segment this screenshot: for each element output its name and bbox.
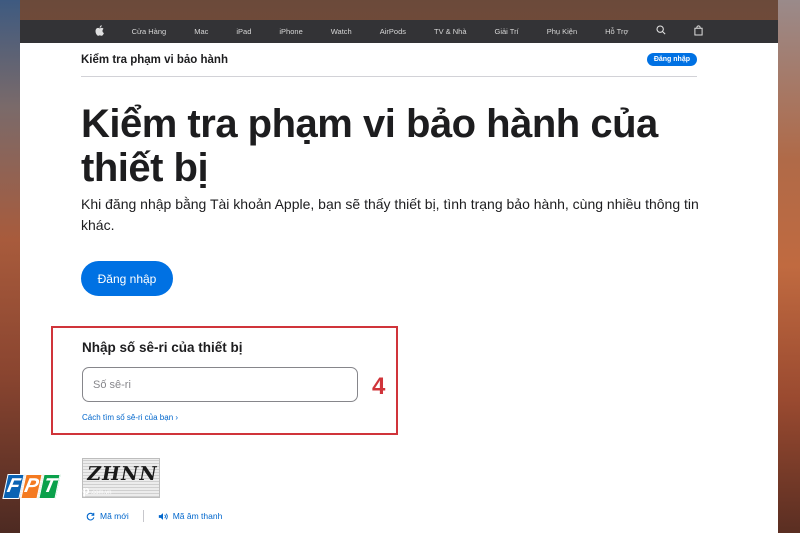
- nav-accessories[interactable]: Phụ Kiện: [533, 27, 591, 36]
- shopping-bag-icon[interactable]: [680, 24, 717, 39]
- local-nav-signin-button[interactable]: Đăng nhập: [646, 53, 697, 66]
- nav-iphone[interactable]: iPhone: [265, 27, 316, 36]
- local-nav: Kiểm tra phạm vi bảo hành Đăng nhập: [81, 43, 697, 77]
- nav-airpods[interactable]: AirPods: [366, 27, 420, 36]
- page-title: Kiểm tra phạm vi bảo hành của thiết bị: [81, 102, 658, 190]
- signin-button[interactable]: Đăng nhập: [81, 261, 173, 296]
- refresh-icon: [86, 512, 95, 520]
- apple-logo-icon[interactable]: [81, 24, 118, 39]
- page-description: Khi đăng nhập bằng Tài khoản Apple, bạn …: [81, 196, 699, 233]
- browser-page: Cửa Hàng Mac iPad iPhone Watch AirPods T…: [20, 20, 778, 533]
- nav-entertainment[interactable]: Giải Trí: [481, 27, 533, 36]
- audio-code-button[interactable]: Mã âm thanh: [158, 511, 223, 521]
- search-icon[interactable]: [642, 25, 680, 38]
- desktop-background-left: [0, 0, 20, 533]
- speaker-icon: [158, 512, 168, 520]
- find-serial-link[interactable]: Cách tìm số sê-ri của bạn ›: [82, 413, 178, 422]
- captcha-actions: Mã mới Mã âm thanh: [86, 510, 222, 522]
- new-code-button[interactable]: Mã mới: [86, 511, 129, 521]
- serial-heading: Nhập số sê-ri của thiết bị: [82, 340, 243, 355]
- global-nav: Cửa Hàng Mac iPad iPhone Watch AirPods T…: [20, 20, 778, 43]
- captcha-divider: [142, 510, 144, 522]
- nav-watch[interactable]: Watch: [317, 27, 366, 36]
- logo-domain-text: .com.vn: [90, 490, 112, 496]
- fpt-shop-logo: F P T Shop .com.vn: [2, 474, 112, 499]
- new-code-label: Mã mới: [100, 511, 129, 521]
- nav-support[interactable]: Hỗ Trợ: [591, 27, 642, 36]
- audio-code-label: Mã âm thanh: [172, 511, 223, 521]
- nav-ipad[interactable]: iPad: [222, 27, 265, 36]
- desktop-background-right: [778, 0, 800, 533]
- local-nav-title[interactable]: Kiểm tra phạm vi bảo hành: [81, 54, 228, 66]
- nav-mac[interactable]: Mac: [180, 27, 222, 36]
- nav-store[interactable]: Cửa Hàng: [118, 27, 181, 36]
- serial-section-highlight: Nhập số sê-ri của thiết bị Cách tìm số s…: [51, 326, 398, 435]
- nav-tv-home[interactable]: TV & Nhà: [420, 27, 481, 36]
- logo-shop-text: Shop: [62, 485, 90, 497]
- logo-letter-t: T: [38, 474, 61, 499]
- step-number-annotation: 4: [372, 373, 386, 400]
- serial-number-input[interactable]: [82, 367, 358, 402]
